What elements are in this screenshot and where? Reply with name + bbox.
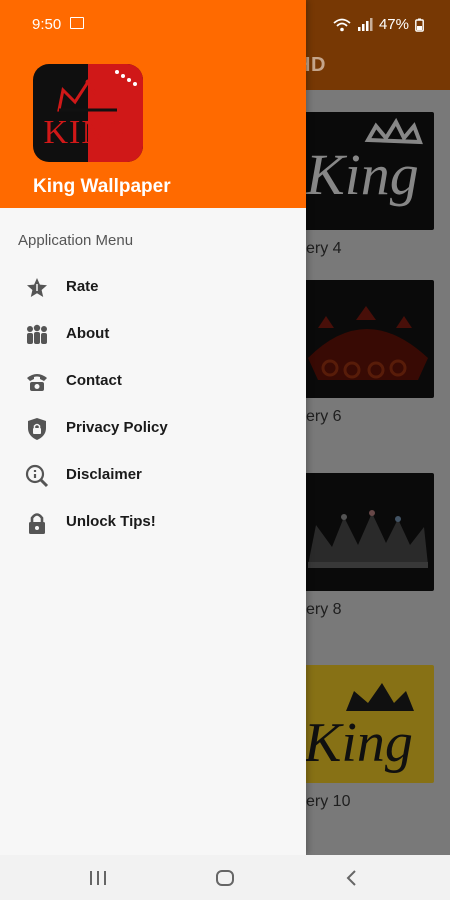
menu-item-label: Disclaimer	[66, 466, 142, 483]
menu-item-label: About	[66, 325, 110, 342]
star-icon	[24, 276, 50, 300]
app-name: King Wallpaper	[33, 176, 171, 197]
status-time: 9:50	[32, 16, 62, 33]
shield-lock-icon	[24, 417, 50, 441]
system-nav-bar	[0, 855, 450, 900]
phone-icon	[24, 370, 50, 394]
home-icon	[216, 870, 234, 886]
signal-icon	[357, 17, 373, 31]
navigation-drawer: KING King Wallpaper Application Menu Rat…	[0, 0, 306, 855]
battery-icon	[415, 18, 424, 32]
crown-icon	[57, 79, 119, 112]
menu-item-contact[interactable]: Contact	[0, 359, 306, 405]
menu-item-disclaimer[interactable]: Disclaimer	[0, 453, 306, 499]
image-notification-icon	[70, 17, 84, 29]
status-bar: 9:50 47%	[0, 0, 450, 48]
sparkle-dots-icon	[115, 70, 137, 86]
recents-icon	[90, 871, 106, 885]
menu-item-unlock-tips[interactable]: Unlock Tips!	[0, 500, 306, 546]
wifi-icon	[333, 18, 351, 31]
info-search-icon	[24, 464, 50, 488]
home-button[interactable]	[210, 866, 240, 890]
people-icon	[24, 323, 50, 347]
back-icon	[346, 870, 356, 886]
menu-item-label: Privacy Policy	[66, 419, 168, 436]
menu-item-privacy-policy[interactable]: Privacy Policy	[0, 406, 306, 452]
menu-item-about[interactable]: About	[0, 312, 306, 358]
menu-item-label: Rate	[66, 278, 99, 295]
battery-percent: 47%	[378, 16, 409, 33]
menu-item-label: Unlock Tips!	[66, 513, 156, 530]
padlock-icon	[24, 511, 50, 535]
menu-item-label: Contact	[66, 372, 122, 389]
back-button[interactable]	[336, 866, 366, 890]
app-logo: KING	[33, 64, 143, 162]
menu-section-title: Application Menu	[18, 232, 134, 249]
drawer-scrim[interactable]	[306, 0, 450, 855]
status-indicators: 47%	[333, 16, 424, 33]
recents-button[interactable]	[83, 866, 113, 890]
logo-text: KING	[43, 114, 133, 151]
menu-item-rate[interactable]: Rate	[0, 265, 306, 311]
